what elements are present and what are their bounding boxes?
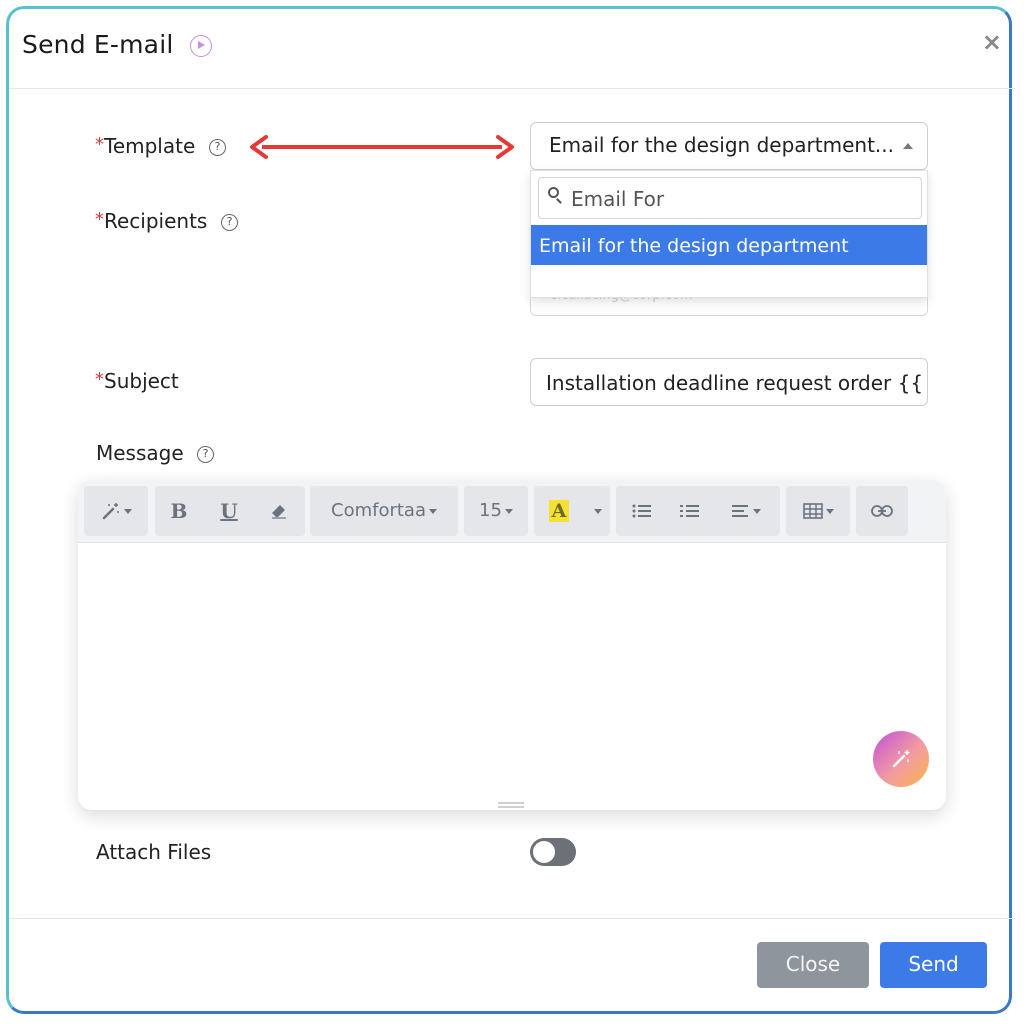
- resize-handle[interactable]: [498, 802, 524, 804]
- required-mark: *: [95, 134, 104, 155]
- chevron-down-icon: [123, 508, 132, 514]
- font-family-select[interactable]: Comfortaa: [310, 486, 458, 536]
- template-search-input[interactable]: Email For: [538, 177, 922, 219]
- header-divider: [9, 88, 1015, 89]
- subject-label-text: Subject: [104, 369, 179, 393]
- table-button[interactable]: [786, 486, 850, 536]
- ai-assist-button[interactable]: [873, 731, 929, 787]
- play-icon[interactable]: [190, 35, 212, 57]
- chevron-down-icon: [825, 508, 834, 514]
- numbered-list-icon: [680, 505, 699, 517]
- toolbar-group-style: [84, 486, 148, 536]
- template-label-text: Template: [104, 134, 196, 158]
- resize-handle-line: [498, 806, 524, 808]
- subject-label: *Subject: [95, 369, 179, 393]
- template-search-value: Email For: [571, 187, 665, 211]
- magic-wand-icon: [892, 750, 910, 768]
- highlight-icon: A: [548, 500, 570, 522]
- eraser-button[interactable]: [255, 486, 303, 536]
- chevron-down-icon: [593, 508, 602, 514]
- highlight-button[interactable]: A: [542, 486, 576, 536]
- editor-toolbar: B U Comfortaa 15 A: [78, 480, 946, 543]
- bullet-list-icon: [632, 504, 651, 518]
- template-select[interactable]: Email for the design department...: [530, 122, 928, 170]
- font-family-value: Comfortaa: [331, 500, 426, 521]
- font-size-value: 15: [479, 500, 502, 521]
- message-editor[interactable]: B U Comfortaa 15 A: [78, 480, 946, 810]
- align-button[interactable]: [718, 486, 774, 536]
- message-help-icon[interactable]: ?: [197, 446, 214, 463]
- template-help-icon[interactable]: ?: [209, 139, 226, 156]
- toolbar-group-font: Comfortaa: [310, 486, 458, 536]
- toolbar-group-link: [856, 486, 908, 536]
- search-icon: [548, 187, 559, 198]
- required-mark: *: [95, 369, 104, 390]
- message-label: Message: [96, 441, 184, 465]
- toolbar-group-table: [786, 486, 850, 536]
- table-icon: [802, 503, 823, 519]
- footer-divider: [9, 918, 1015, 919]
- close-icon[interactable]: ×: [982, 28, 1002, 56]
- double-arrow-icon: [250, 135, 514, 159]
- highlight-dropdown[interactable]: [584, 486, 608, 536]
- toolbar-group-color: A: [534, 486, 610, 536]
- attach-files-label: Attach Files: [96, 840, 212, 864]
- subject-input[interactable]: Installation deadline request order {{: [530, 358, 928, 406]
- close-button[interactable]: Close: [757, 942, 869, 988]
- chevron-down-icon: [428, 508, 437, 514]
- toggle-knob: [533, 841, 555, 863]
- send-button[interactable]: Send: [880, 942, 987, 988]
- recipients-help-icon[interactable]: ?: [221, 214, 238, 231]
- magic-wand-button[interactable]: [84, 486, 148, 536]
- attach-files-toggle[interactable]: [530, 838, 576, 866]
- numbered-list-button[interactable]: [670, 486, 710, 536]
- font-size-select[interactable]: 15: [464, 486, 528, 536]
- recipients-label-text: Recipients: [104, 209, 208, 233]
- toolbar-group-format: B U: [155, 486, 305, 536]
- chevron-down-icon: [752, 508, 761, 514]
- magic-wand-icon: [102, 503, 119, 520]
- toolbar-group-paragraph: [616, 486, 780, 536]
- eraser-icon: [272, 505, 286, 519]
- dialog-title: Send E-mail: [22, 30, 174, 59]
- link-button[interactable]: [856, 486, 908, 536]
- underline-button[interactable]: U: [205, 486, 253, 536]
- link-icon: [871, 505, 893, 517]
- chevron-down-icon: [504, 508, 513, 514]
- template-label: *Template: [95, 134, 195, 158]
- template-dropdown: Email For Email for the design departmen…: [530, 170, 928, 298]
- recipients-label: *Recipients: [95, 209, 207, 233]
- bold-button[interactable]: B: [155, 486, 203, 536]
- required-mark: *: [95, 209, 104, 230]
- bullet-list-button[interactable]: [622, 486, 662, 536]
- toolbar-group-size: 15: [464, 486, 528, 536]
- caret-up-icon: [903, 143, 913, 149]
- align-left-icon: [731, 505, 748, 517]
- template-selected-value: Email for the design department...: [549, 133, 894, 157]
- dropdown-option[interactable]: Email for the design department: [531, 225, 927, 265]
